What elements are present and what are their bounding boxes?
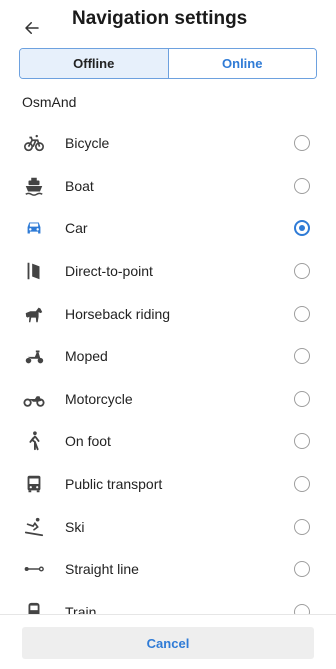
list-item-label: Motorcycle [65, 390, 133, 407]
list-item-motorcycle[interactable]: Motorcycle [0, 378, 336, 421]
list-item-moped[interactable]: Moped [0, 335, 336, 378]
cancel-button[interactable]: Cancel [22, 627, 314, 659]
back-button[interactable] [20, 16, 44, 40]
motorcycle-icon [22, 387, 46, 411]
list-item-label: Public transport [65, 476, 163, 493]
radio-direct-to-point[interactable] [294, 263, 310, 280]
radio-public-transport[interactable] [294, 476, 310, 493]
list-item-label: Horseback riding [65, 305, 171, 322]
mode-segmented-control: Offline Online [19, 48, 317, 79]
list-item-label: Direct-to-point [65, 263, 153, 280]
profile-list: Bicycle Boat Car Direct-to-point Horseba… [0, 122, 336, 614]
radio-motorcycle[interactable] [294, 390, 310, 407]
list-item-direct-to-point[interactable]: Direct-to-point [0, 250, 336, 293]
list-item-label: Train [65, 603, 97, 614]
list-item-straight-line[interactable]: Straight line [0, 548, 336, 591]
list-item-horseback-riding[interactable]: Horseback riding [0, 292, 336, 335]
radio-train[interactable] [294, 603, 310, 614]
straight-line-icon [22, 557, 46, 581]
arrow-back-icon [25, 22, 39, 34]
pedestrian-icon [22, 429, 46, 453]
list-item-label: Car [65, 220, 88, 237]
list-item-train[interactable]: Train [0, 591, 336, 614]
tab-offline[interactable]: Offline [20, 49, 169, 78]
section-title: OsmAnd [22, 94, 77, 110]
list-item-label: Moped [65, 348, 108, 365]
train-icon [22, 600, 46, 614]
radio-on-foot[interactable] [294, 433, 310, 450]
list-item-label: Boat [65, 177, 94, 194]
radio-bicycle[interactable] [294, 135, 310, 152]
ski-icon [22, 515, 46, 539]
tab-online[interactable]: Online [168, 49, 316, 78]
list-item-boat[interactable]: Boat [0, 165, 336, 208]
radio-car[interactable] [294, 220, 310, 237]
moped-icon [22, 344, 46, 368]
list-item-label: Bicycle [65, 135, 110, 152]
top-app-bar: Navigation settings [0, 0, 336, 42]
radio-moped[interactable] [294, 348, 310, 365]
direct-to-point-icon [22, 259, 46, 283]
list-item-label: On foot [65, 433, 111, 450]
bottom-bar: Cancel [0, 614, 336, 669]
bus-icon [22, 472, 46, 496]
list-item-car[interactable]: Car [0, 207, 336, 250]
horse-icon [22, 302, 46, 326]
car-icon [22, 216, 46, 240]
radio-boat[interactable] [294, 177, 310, 194]
list-item-label: Ski [65, 518, 85, 535]
radio-ski[interactable] [294, 518, 310, 535]
radio-straight-line[interactable] [294, 561, 310, 578]
radio-horseback-riding[interactable] [294, 305, 310, 322]
bicycle-icon [22, 131, 46, 155]
list-item-on-foot[interactable]: On foot [0, 420, 336, 463]
list-item-ski[interactable]: Ski [0, 505, 336, 548]
page-title: Navigation settings [72, 8, 248, 29]
list-item-public-transport[interactable]: Public transport [0, 463, 336, 506]
list-item-label: Straight line [65, 561, 139, 578]
boat-icon [22, 174, 46, 198]
list-item-bicycle[interactable]: Bicycle [0, 122, 336, 165]
